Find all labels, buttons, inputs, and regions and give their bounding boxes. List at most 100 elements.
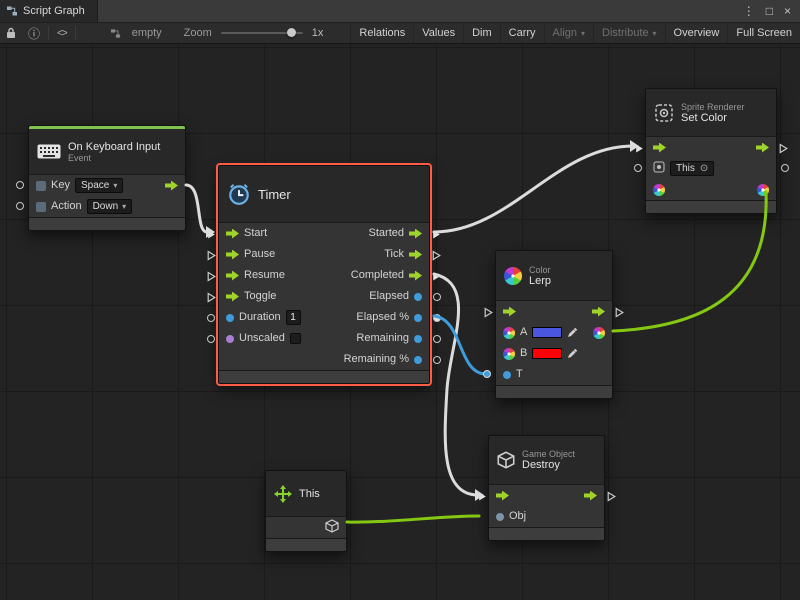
remaining-outer-port[interactable] <box>433 335 441 343</box>
port-row-flow <box>489 485 604 506</box>
object-picker-icon[interactable]: ⊙ <box>700 163 708 174</box>
flow-output-port[interactable] <box>756 143 769 153</box>
flow-input-port[interactable] <box>226 292 239 302</box>
node-title: Timer <box>258 187 291 202</box>
action-dropdown[interactable]: Down <box>87 199 133 214</box>
fullscreen-button[interactable]: Full Screen <box>727 23 800 43</box>
tab-script-graph[interactable]: Script Graph <box>0 0 98 22</box>
destroy-flow-out-outer-port[interactable] <box>607 489 616 507</box>
float-output-port[interactable] <box>414 335 422 343</box>
node-on-keyboard-input[interactable]: On Keyboard Input Event Key Space Action… <box>28 125 186 231</box>
color-a-swatch[interactable] <box>532 327 562 338</box>
port-row-completed: Completed <box>331 265 429 286</box>
bool-input-port[interactable] <box>226 335 234 343</box>
flow-input-port[interactable] <box>226 271 239 281</box>
lerp-flow-out-outer-port[interactable] <box>615 305 624 323</box>
key-outer-port[interactable] <box>16 181 24 189</box>
float-output-port[interactable] <box>414 293 422 301</box>
flow-input-port[interactable] <box>503 307 516 317</box>
color-wheel-icon <box>504 267 522 285</box>
elapsed-outer-port[interactable] <box>433 293 441 301</box>
node-timer[interactable]: Timer Start Pause Resume Toggle Duration… <box>218 165 430 384</box>
color-port-icon[interactable] <box>503 348 515 360</box>
start-outer-port[interactable] <box>207 227 216 245</box>
lock-icon[interactable] <box>0 27 22 39</box>
elapsed-pct-outer-port[interactable] <box>433 314 441 322</box>
remaining-pct-outer-port[interactable] <box>433 356 441 364</box>
key-dropdown[interactable]: Space <box>75 178 123 193</box>
float-input-port[interactable] <box>226 314 234 322</box>
port-label: Pause <box>244 244 275 265</box>
overview-button[interactable]: Overview <box>665 23 728 43</box>
float-output-port[interactable] <box>414 314 422 322</box>
flow-input-port[interactable] <box>226 250 239 260</box>
duration-value-field[interactable]: 1 <box>286 310 301 325</box>
flow-output-port[interactable] <box>592 307 605 317</box>
zoom-slider[interactable] <box>221 32 303 34</box>
eyedropper-icon[interactable] <box>567 327 578 338</box>
node-set-color[interactable]: Sprite Renderer Set Color This ⊙ <box>645 88 777 214</box>
flow-output-port[interactable] <box>584 491 597 501</box>
info-icon[interactable]: ⓘ <box>22 25 46 42</box>
color-port-icon[interactable] <box>503 327 515 339</box>
gameobject-output-port[interactable] <box>325 519 339 536</box>
trigger-output-port[interactable] <box>165 181 178 191</box>
color-input-port[interactable] <box>653 184 665 196</box>
action-type-icon <box>36 202 46 212</box>
code-icon[interactable]: <> <box>51 28 73 39</box>
lerp-flow-in-outer-port[interactable] <box>484 305 493 323</box>
flow-input-port[interactable] <box>496 491 509 501</box>
key-dropdown-value: Space <box>81 180 109 191</box>
titlebar: Script Graph ⋮ □ × <box>0 0 800 22</box>
started-outer-port[interactable] <box>432 227 441 245</box>
window-close-icon[interactable]: × <box>784 0 791 22</box>
unscaled-checkbox[interactable] <box>290 333 301 344</box>
window-maximize-icon[interactable]: □ <box>766 0 773 22</box>
node-destroy[interactable]: Game Object Destroy Obj <box>488 435 605 541</box>
float-input-port[interactable] <box>503 371 511 379</box>
color-b-swatch[interactable] <box>532 348 562 359</box>
unscaled-outer-port[interactable] <box>207 335 215 343</box>
relations-button[interactable]: Relations <box>350 23 413 43</box>
resume-outer-port[interactable] <box>207 269 216 287</box>
node-color-lerp[interactable]: Color Lerp A B <box>495 250 613 399</box>
target-field[interactable]: This ⊙ <box>670 161 714 176</box>
node-this[interactable]: This <box>265 470 347 552</box>
color-output-port[interactable] <box>757 184 769 196</box>
carry-button[interactable]: Carry <box>500 23 544 43</box>
action-outer-port[interactable] <box>16 202 24 210</box>
toggle-outer-port[interactable] <box>207 290 216 308</box>
target-outer-port[interactable] <box>634 164 642 172</box>
values-button[interactable]: Values <box>413 23 463 43</box>
tick-outer-port[interactable] <box>432 248 441 266</box>
setcolor-flow-in-outer-port[interactable] <box>635 141 644 159</box>
setcolor-flow-out-outer-port[interactable] <box>779 141 788 159</box>
port-label: Obj <box>509 506 526 527</box>
port-label: Resume <box>244 265 285 286</box>
flow-output-port[interactable] <box>409 229 422 239</box>
float-output-port[interactable] <box>414 356 422 364</box>
graph-canvas[interactable]: On Keyboard Input Event Key Space Action… <box>0 44 800 600</box>
flow-output-port[interactable] <box>409 271 422 281</box>
script-graph-icon <box>6 5 18 17</box>
move-cross-icon <box>274 485 292 503</box>
destroy-flow-in-outer-port[interactable] <box>478 489 487 507</box>
target-out-outer-port[interactable] <box>781 164 789 172</box>
distribute-button[interactable]: Distribute <box>593 23 664 43</box>
renderer-port-icon[interactable] <box>653 161 665 176</box>
dim-button[interactable]: Dim <box>463 23 500 43</box>
window-menu-icon[interactable]: ⋮ <box>743 0 755 22</box>
zoom-slider-handle[interactable] <box>287 28 296 37</box>
eyedropper-icon[interactable] <box>567 348 578 359</box>
pause-outer-port[interactable] <box>207 248 216 266</box>
result-output-port[interactable] <box>593 327 605 339</box>
flow-input-port[interactable] <box>226 229 239 239</box>
completed-outer-port[interactable] <box>432 269 441 287</box>
port-row-key: Key Space <box>29 175 185 196</box>
port-row-toggle: Toggle <box>219 286 331 307</box>
align-button[interactable]: Align <box>544 23 593 43</box>
duration-outer-port[interactable] <box>207 314 215 322</box>
flow-output-port[interactable] <box>409 250 422 260</box>
flow-input-port[interactable] <box>653 143 666 153</box>
gameobject-input-port[interactable] <box>496 513 504 521</box>
